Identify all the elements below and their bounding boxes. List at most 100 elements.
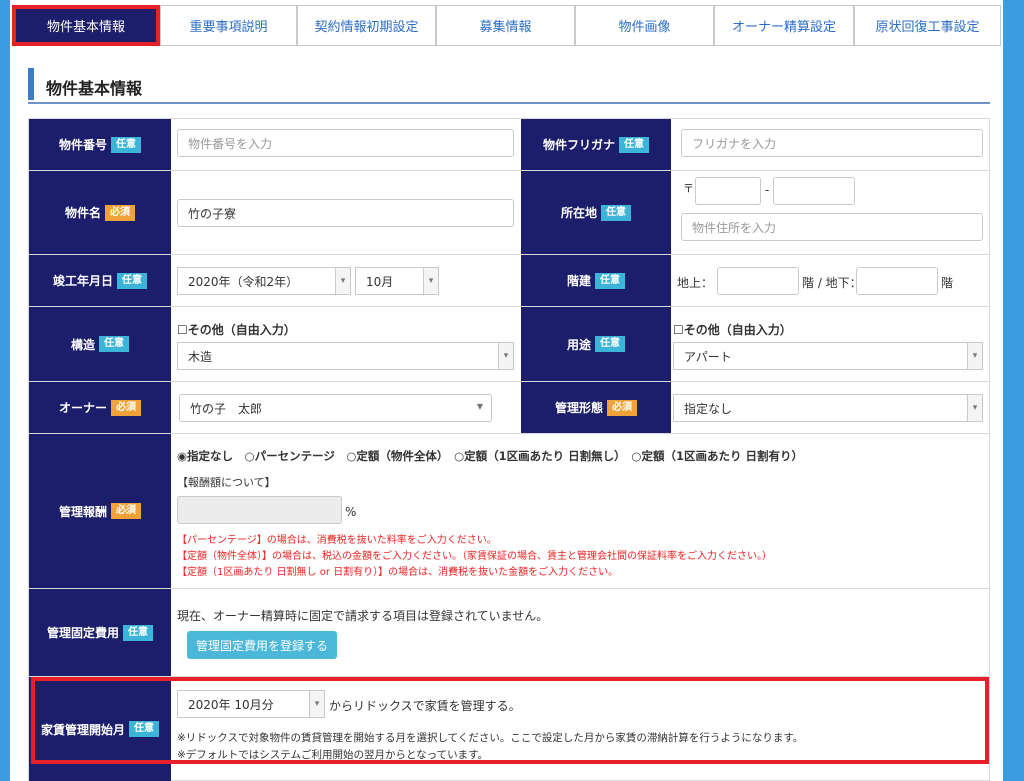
management-fee-radio-group[interactable]: ◉指定なし ○パーセンテージ ○定額（物件全体） ○定額（1区画あたり 日割無し… (177, 448, 803, 464)
label-text: 管理報酬 (58, 504, 107, 519)
cell: ☐その他（自由入力） 木造 ▾ (171, 307, 521, 382)
label-address: 所在地 任意 (521, 171, 671, 255)
floors-below-input[interactable] (856, 267, 938, 295)
label-text: 竣工年月日 (52, 274, 113, 288)
label-floors: 階建 任意 (521, 255, 671, 307)
label-text: 管理固定費用 (46, 626, 119, 640)
structure-select[interactable]: 木造 ▾ (177, 342, 514, 370)
optional-badge: 任意 (123, 624, 153, 641)
structure-other-checkbox[interactable]: ☐その他（自由入力） (177, 321, 296, 338)
furigana-input[interactable]: フリガナを入力 (681, 129, 983, 157)
tab-property-images[interactable]: 物件画像 (575, 5, 714, 46)
chevron-down-icon: ▾ (967, 395, 982, 421)
optional-badge: 任意 (117, 272, 147, 289)
tab-bar: 物件基本情報 重要事項説明 契約情報初期設定 募集情報 物件画像 オーナー精算設… (12, 5, 1003, 46)
selected-value: 木造 (188, 349, 213, 364)
cell: 竹の子寮 (171, 171, 521, 255)
required-badge: 必須 (111, 399, 141, 416)
percent-unit: % (345, 505, 357, 519)
address-input[interactable]: 物件住所を入力 (681, 213, 983, 241)
label-owner: オーナー 必須 (29, 382, 171, 434)
cell: フリガナを入力 (671, 119, 989, 171)
section-heading: 物件基本情報 (28, 66, 990, 104)
cell: ◉指定なし ○パーセンテージ ○定額（物件全体） ○定額（1区画あたり 日割無し… (171, 434, 989, 589)
label-text: 管理形態 (554, 401, 603, 415)
chevron-down-icon: ▼ (476, 402, 483, 411)
fee-note: 【定額（物件全体）】の場合は、税込の金額をご入力ください。（家賃保証の場合、賃主… (177, 551, 772, 562)
cell: 2020年（令和2年） ▾ 10月 ▾ (171, 255, 521, 307)
label-text: 物件名 (64, 206, 101, 220)
required-badge: 必須 (105, 204, 135, 221)
label-property-number: 物件番号 任意 (29, 119, 171, 171)
optional-badge: 任意 (595, 336, 625, 352)
label-text: 階建 (566, 274, 591, 288)
label-text: 構造 (70, 337, 95, 352)
floors-suffix: 階 (941, 276, 954, 290)
tab-owner-settlement[interactable]: オーナー精算設定 (714, 5, 854, 46)
floors-below-label: 階 / 地下： (802, 276, 862, 290)
main-panel: 物件基本情報 重要事項説明 契約情報初期設定 募集情報 物件画像 オーナー精算設… (10, 0, 1003, 781)
management-type-select[interactable]: 指定なし ▾ (673, 394, 983, 422)
fee-about-label: 【報酬額について】 (177, 476, 276, 489)
cell: 現在、オーナー精算時に固定で請求する項目は登録されていません。 管理固定費用を登… (171, 589, 989, 677)
tab-important-matters[interactable]: 重要事項説明 (160, 5, 297, 46)
cell: ☐その他（自由入力） アパート ▾ (671, 307, 989, 382)
postal-code-second-input[interactable] (773, 177, 855, 205)
heading-accent-bar (28, 68, 34, 100)
optional-badge: 任意 (601, 204, 631, 221)
fee-note: 【定額（1区画あたり 日割無し or 日割有り）】の場合は、消費税を抜いた金額を… (177, 567, 619, 578)
floors-above-input[interactable] (717, 267, 799, 295)
property-name-input[interactable]: 竹の子寮 (177, 199, 514, 227)
postal-mark: 〒 (683, 182, 694, 195)
label-management-type: 管理形態 必須 (521, 382, 671, 434)
selected-value: 竹の子 太郎 (190, 401, 263, 416)
optional-badge: 任意 (111, 136, 141, 153)
usage-other-checkbox[interactable]: ☐その他（自由入力） (673, 321, 792, 338)
postal-code-first-input[interactable] (695, 177, 761, 205)
owner-select[interactable]: 竹の子 太郎 ▼ (179, 394, 492, 422)
tab-contract-defaults[interactable]: 契約情報初期設定 (297, 5, 436, 46)
selected-value: 10月 (366, 274, 394, 289)
tab-recruitment[interactable]: 募集情報 (436, 5, 575, 46)
postal-separator: - (765, 183, 770, 197)
chevron-down-icon: ▾ (498, 343, 513, 369)
selected-value: 2020年（令和2年） (188, 274, 299, 289)
floors-above-label: 地上： (677, 276, 714, 290)
fixed-cost-message: 現在、オーナー精算時に固定で請求する項目は登録されていません。 (177, 609, 549, 623)
highlight-rent-start (31, 677, 989, 764)
usage-select[interactable]: アパート ▾ (673, 342, 983, 370)
optional-badge: 任意 (619, 136, 649, 153)
cell: 竹の子 太郎 ▼ (171, 382, 521, 434)
cell: 地上： 階 / 地下： 階 (671, 255, 989, 307)
label-property-name: 物件名 必須 (29, 171, 171, 255)
label-furigana: 物件フリガナ 任意 (521, 119, 671, 171)
label-text: 物件フリガナ (542, 138, 615, 152)
built-month-select[interactable]: 10月 ▾ (355, 267, 439, 295)
tab-basic-info[interactable]: 物件基本情報 (12, 5, 160, 46)
label-built-date: 竣工年月日 任意 (29, 255, 171, 307)
chevron-down-icon: ▾ (423, 268, 438, 294)
selected-value: アパート (684, 349, 732, 364)
label-text: 用途 (566, 337, 591, 352)
management-fee-input[interactable] (177, 496, 342, 524)
register-fixed-cost-button[interactable]: 管理固定費用を登録する (187, 631, 337, 659)
label-text: 物件番号 (58, 138, 107, 152)
label-text: オーナー (58, 401, 107, 415)
page-title: 物件基本情報 (46, 79, 143, 98)
required-badge: 必須 (111, 503, 141, 519)
label-usage: 用途 任意 (521, 307, 671, 382)
tab-restoration[interactable]: 原状回復工事設定 (854, 5, 1001, 46)
cell: 〒 - 物件住所を入力 (671, 171, 989, 255)
optional-badge: 任意 (99, 336, 129, 352)
label-management-fee: 管理報酬 必須 (29, 434, 171, 589)
cell: 物件番号を入力 (171, 119, 521, 171)
built-year-select[interactable]: 2020年（令和2年） ▾ (177, 267, 351, 295)
selected-value: 指定なし (684, 401, 733, 416)
property-number-input[interactable]: 物件番号を入力 (177, 129, 514, 157)
label-fixed-cost: 管理固定費用 任意 (29, 589, 171, 677)
label-text: 所在地 (560, 206, 597, 220)
required-badge: 必須 (607, 399, 637, 416)
optional-badge: 任意 (595, 272, 625, 289)
chevron-down-icon: ▾ (967, 343, 982, 369)
label-structure: 構造 任意 (29, 307, 171, 382)
